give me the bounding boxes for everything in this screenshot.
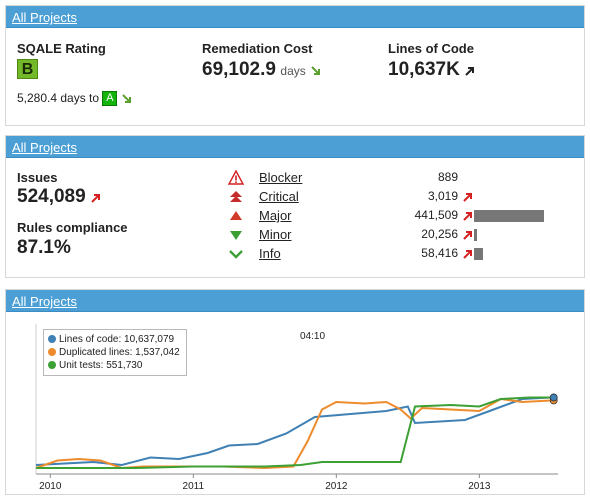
severity-row-minor: Minor 20,256	[228, 226, 558, 244]
severity-minor-link[interactable]: Minor	[259, 227, 292, 242]
widget-header: All Projects	[6, 136, 584, 158]
major-icon	[230, 211, 242, 220]
blocker-icon	[228, 170, 244, 185]
legend-text-dup: Duplicated lines: 1,537,042	[59, 347, 180, 358]
chart-legend: Lines of code: 10,637,079 Duplicated lin…	[43, 329, 187, 376]
trend-down-green-icon	[122, 94, 131, 103]
remediation-cost-value[interactable]: 69,102.9 days	[202, 59, 322, 81]
severity-major-bar	[474, 210, 544, 222]
widget-header: All Projects	[6, 6, 584, 28]
severity-blocker-link[interactable]: Blocker	[259, 170, 302, 185]
severity-major-count[interactable]: 441,509	[415, 208, 458, 222]
rules-compliance-value[interactable]: 87.1%	[17, 237, 71, 259]
lines-of-code-value[interactable]: 10,637K	[388, 59, 476, 81]
sqale-rating-label: SQALE Rating	[17, 41, 106, 56]
severity-major-link[interactable]: Major	[259, 208, 292, 223]
days-to-text: 5,280.4 days to	[17, 91, 100, 105]
severity-row-major: Major 441,509	[228, 207, 558, 225]
x-tick-label: 2010	[39, 481, 62, 492]
issues-widget: All Projects Issues 524,089 Rules compli…	[5, 135, 585, 278]
lines-of-code-number: 10,637K	[388, 59, 460, 80]
x-tick-label: 2011	[183, 481, 205, 492]
severity-row-info: Info 58,416	[228, 245, 558, 263]
all-projects-link[interactable]: All Projects	[12, 10, 77, 25]
trend-up-red-icon	[463, 193, 472, 202]
legend-item-tests: Unit tests: 551,730	[48, 359, 180, 372]
info-icon	[229, 250, 243, 259]
remediation-cost-number: 69,102.9	[202, 59, 276, 80]
legend-text-loc: Lines of code: 10,637,079	[59, 334, 175, 345]
severity-info-bar	[474, 248, 483, 260]
series-endpoint-lines-of-code[interactable]	[549, 393, 558, 402]
minor-icon	[230, 231, 242, 240]
x-tick-label: 2013	[468, 481, 491, 492]
widget-header: All Projects	[6, 290, 584, 312]
trend-down-green-icon	[311, 66, 321, 75]
severity-critical-count[interactable]: 3,019	[428, 189, 458, 203]
legend-item-dup: Duplicated lines: 1,537,042	[48, 346, 180, 359]
severity-blocker-count[interactable]: 889	[438, 170, 458, 184]
issues-label: Issues	[17, 170, 58, 185]
remediation-cost-label: Remediation Cost	[202, 41, 313, 56]
trend-up-red-icon	[463, 250, 472, 259]
sqale-widget: All Projects SQALE Rating B 5,280.4 days…	[5, 5, 585, 126]
trend-up-red-icon	[91, 193, 101, 203]
rules-compliance-label: Rules compliance	[17, 220, 128, 235]
all-projects-link[interactable]: All Projects	[12, 140, 77, 155]
timeline-widget: All Projects 2010 2011 2012 2013 Lines of c…	[5, 289, 585, 495]
severity-info-link[interactable]: Info	[259, 246, 281, 261]
chart-time-label: 04:10	[300, 331, 326, 342]
trend-up-black-icon	[465, 66, 475, 76]
rating-a-badge: A	[102, 91, 118, 107]
all-projects-link[interactable]: All Projects	[12, 294, 77, 309]
severity-row-critical: Critical 3,019	[228, 188, 558, 206]
sqale-days-to-target: 5,280.4 days to A	[17, 91, 133, 107]
legend-dot-dup	[48, 348, 56, 356]
legend-item-loc: Lines of code: 10,637,079	[48, 333, 180, 346]
lines-of-code-label: Lines of Code	[388, 41, 474, 56]
legend-dot-loc	[48, 335, 56, 343]
severity-critical-link[interactable]: Critical	[259, 189, 299, 204]
issues-value[interactable]: 524,089	[17, 186, 102, 208]
trend-up-red-icon	[463, 212, 472, 221]
series-line-lines-of-code[interactable]	[35, 396, 551, 467]
rating-b-badge: B	[17, 59, 38, 79]
remediation-cost-unit: days	[280, 64, 306, 78]
sqale-rating-badge[interactable]: B	[17, 59, 38, 79]
legend-dot-tests	[48, 361, 56, 369]
series-line-unit-tests[interactable]	[36, 396, 551, 469]
legend-text-tests: Unit tests: 551,730	[59, 360, 143, 371]
trend-up-red-icon	[463, 231, 472, 240]
severity-row-blocker: Blocker 889	[228, 169, 558, 187]
severity-minor-bar	[474, 229, 477, 241]
issues-number: 524,089	[17, 186, 86, 207]
x-tick-label: 2012	[325, 481, 348, 492]
severity-info-count[interactable]: 58,416	[421, 246, 458, 260]
series-line-duplicated-lines[interactable]	[35, 397, 551, 470]
critical-icon	[230, 191, 242, 202]
severity-minor-count[interactable]: 20,256	[421, 227, 458, 241]
